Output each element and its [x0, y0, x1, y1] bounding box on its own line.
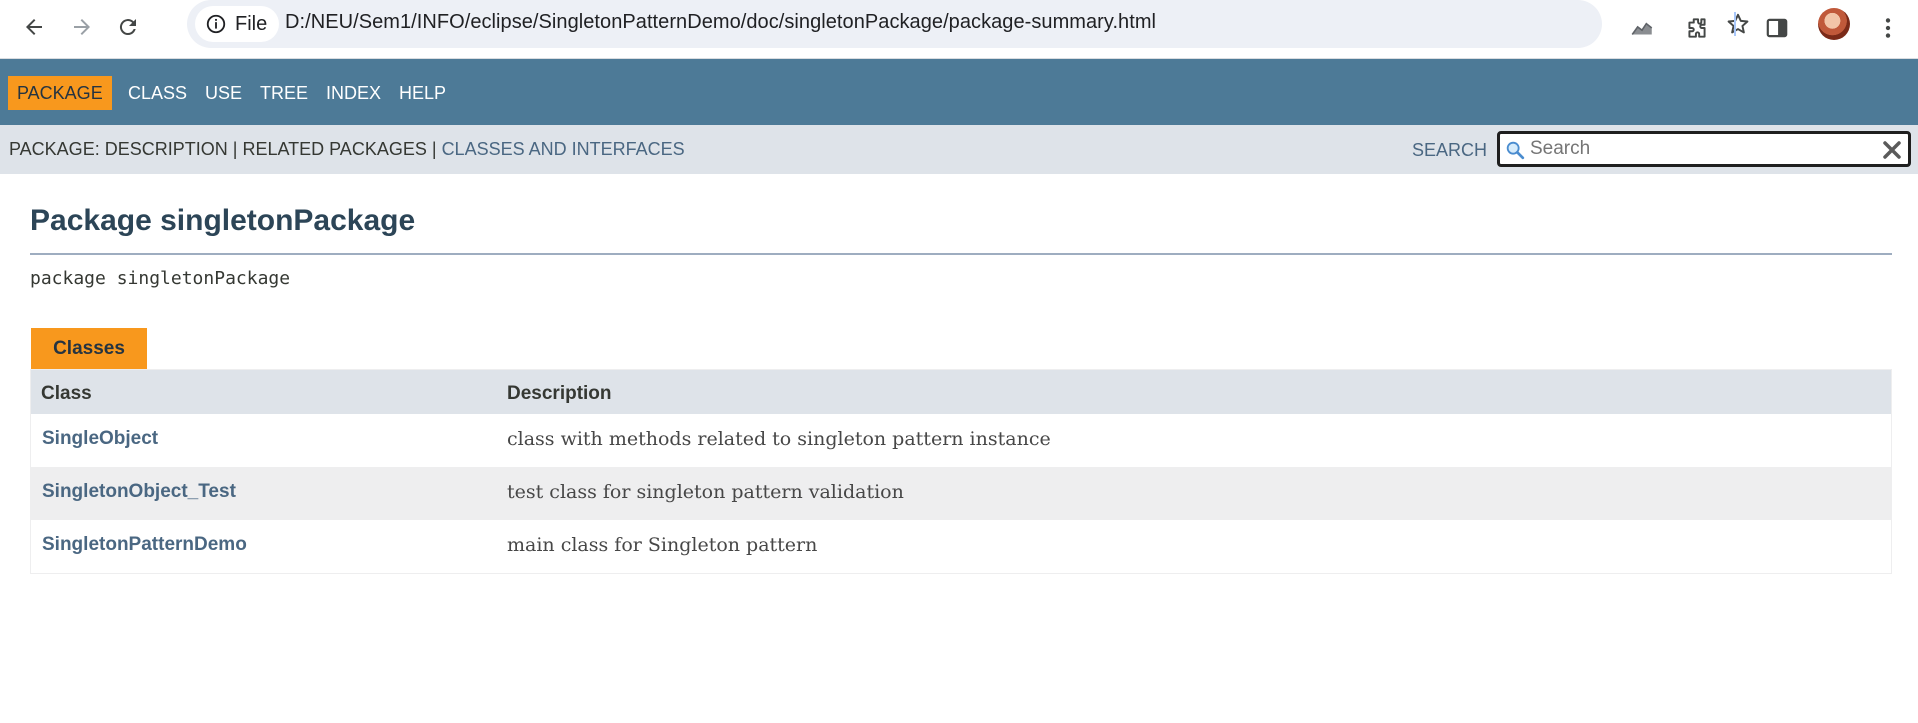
table-header: Class Description — [31, 370, 1891, 414]
bookmark-button[interactable] — [1720, 6, 1756, 42]
reload-icon — [119, 19, 136, 36]
column-header-description: Description — [507, 383, 612, 404]
nav-use[interactable]: USE — [205, 76, 242, 110]
extensions-icon — [1688, 18, 1706, 38]
site-info-chip[interactable]: File — [195, 6, 280, 42]
star-icon — [1727, 13, 1749, 34]
separator: | — [232, 139, 238, 159]
top-navigation: PACKAGE CLASS USE TREE INDEX HELP — [0, 59, 1918, 125]
description-item: DESCRIPTION — [104, 139, 228, 159]
performance-icon — [1631, 22, 1653, 35]
nav-index[interactable]: INDEX — [326, 76, 381, 110]
package-breadcrumb: PACKAGE: DESCRIPTION | RELATED PACKAGES … — [9, 139, 685, 160]
search-box[interactable] — [1497, 131, 1911, 167]
class-link-singletonpatterndemo[interactable]: SingletonPatternDemo — [42, 534, 247, 556]
class-description: class with methods related to singleton … — [507, 428, 1051, 450]
page-title: Package singletonPackage — [30, 204, 416, 237]
class-description: test class for singleton pattern validat… — [507, 481, 904, 503]
classes-summary-table: Class Description SingleObject class wit… — [30, 369, 1892, 574]
classes-and-interfaces-link[interactable]: CLASSES AND INTERFACES — [442, 139, 685, 159]
search-input[interactable] — [1530, 136, 1870, 162]
title-divider — [30, 253, 1892, 255]
table-row: SingletonObject_Test test class for sing… — [31, 467, 1891, 520]
menu-icon — [1885, 18, 1891, 38]
classes-caption-tab: Classes — [31, 328, 147, 369]
back-icon — [26, 19, 42, 35]
class-link-singletonobject-test[interactable]: SingletonObject_Test — [42, 481, 236, 503]
search-icon — [1506, 141, 1525, 160]
column-header-class: Class — [41, 383, 92, 404]
reload-button[interactable] — [108, 7, 148, 47]
classes-caption-label: Classes — [53, 337, 125, 359]
menu-button[interactable] — [1868, 8, 1908, 48]
nav-class[interactable]: CLASS — [128, 76, 187, 110]
site-chip-label: File — [235, 12, 268, 35]
nav-package[interactable]: PACKAGE — [8, 76, 112, 110]
nav-tree[interactable]: TREE — [260, 76, 308, 110]
table-row: SingleObject class with methods related … — [31, 414, 1891, 467]
address-bar[interactable]: File D:/NEU/Sem1/INFO/eclipse/SingletonP… — [187, 0, 1749, 48]
clear-search-icon[interactable] — [1880, 138, 1904, 162]
package-label: PACKAGE: — [9, 139, 100, 159]
package-signature: package singletonPackage — [30, 268, 291, 289]
table-row: SingletonPatternDemo main class for Sing… — [31, 520, 1891, 573]
side-panel-button[interactable] — [1757, 8, 1797, 48]
info-icon — [206, 14, 226, 34]
search-label: SEARCH — [1412, 140, 1488, 160]
profile-avatar[interactable] — [1818, 8, 1850, 40]
back-button[interactable] — [14, 7, 54, 47]
url-text[interactable]: D:/NEU/Sem1/INFO/eclipse/SingletonPatter… — [285, 11, 1156, 34]
sub-navigation: PACKAGE: DESCRIPTION | RELATED PACKAGES … — [0, 125, 1918, 174]
browser-toolbar: File D:/NEU/Sem1/INFO/eclipse/SingletonP… — [0, 0, 1918, 59]
extensions-button[interactable] — [1677, 8, 1717, 48]
nav-help[interactable]: HELP — [399, 76, 446, 110]
class-description: main class for Singleton pattern — [507, 534, 818, 556]
performance-button[interactable] — [1622, 8, 1662, 48]
side-panel-icon — [1766, 18, 1788, 38]
separator: | — [431, 139, 437, 159]
forward-button[interactable] — [62, 7, 102, 47]
toolbar-divider — [1734, 12, 1736, 36]
class-link-singleobject[interactable]: SingleObject — [42, 428, 158, 450]
forward-icon — [74, 19, 90, 35]
related-packages-item: RELATED PACKAGES — [242, 139, 427, 159]
